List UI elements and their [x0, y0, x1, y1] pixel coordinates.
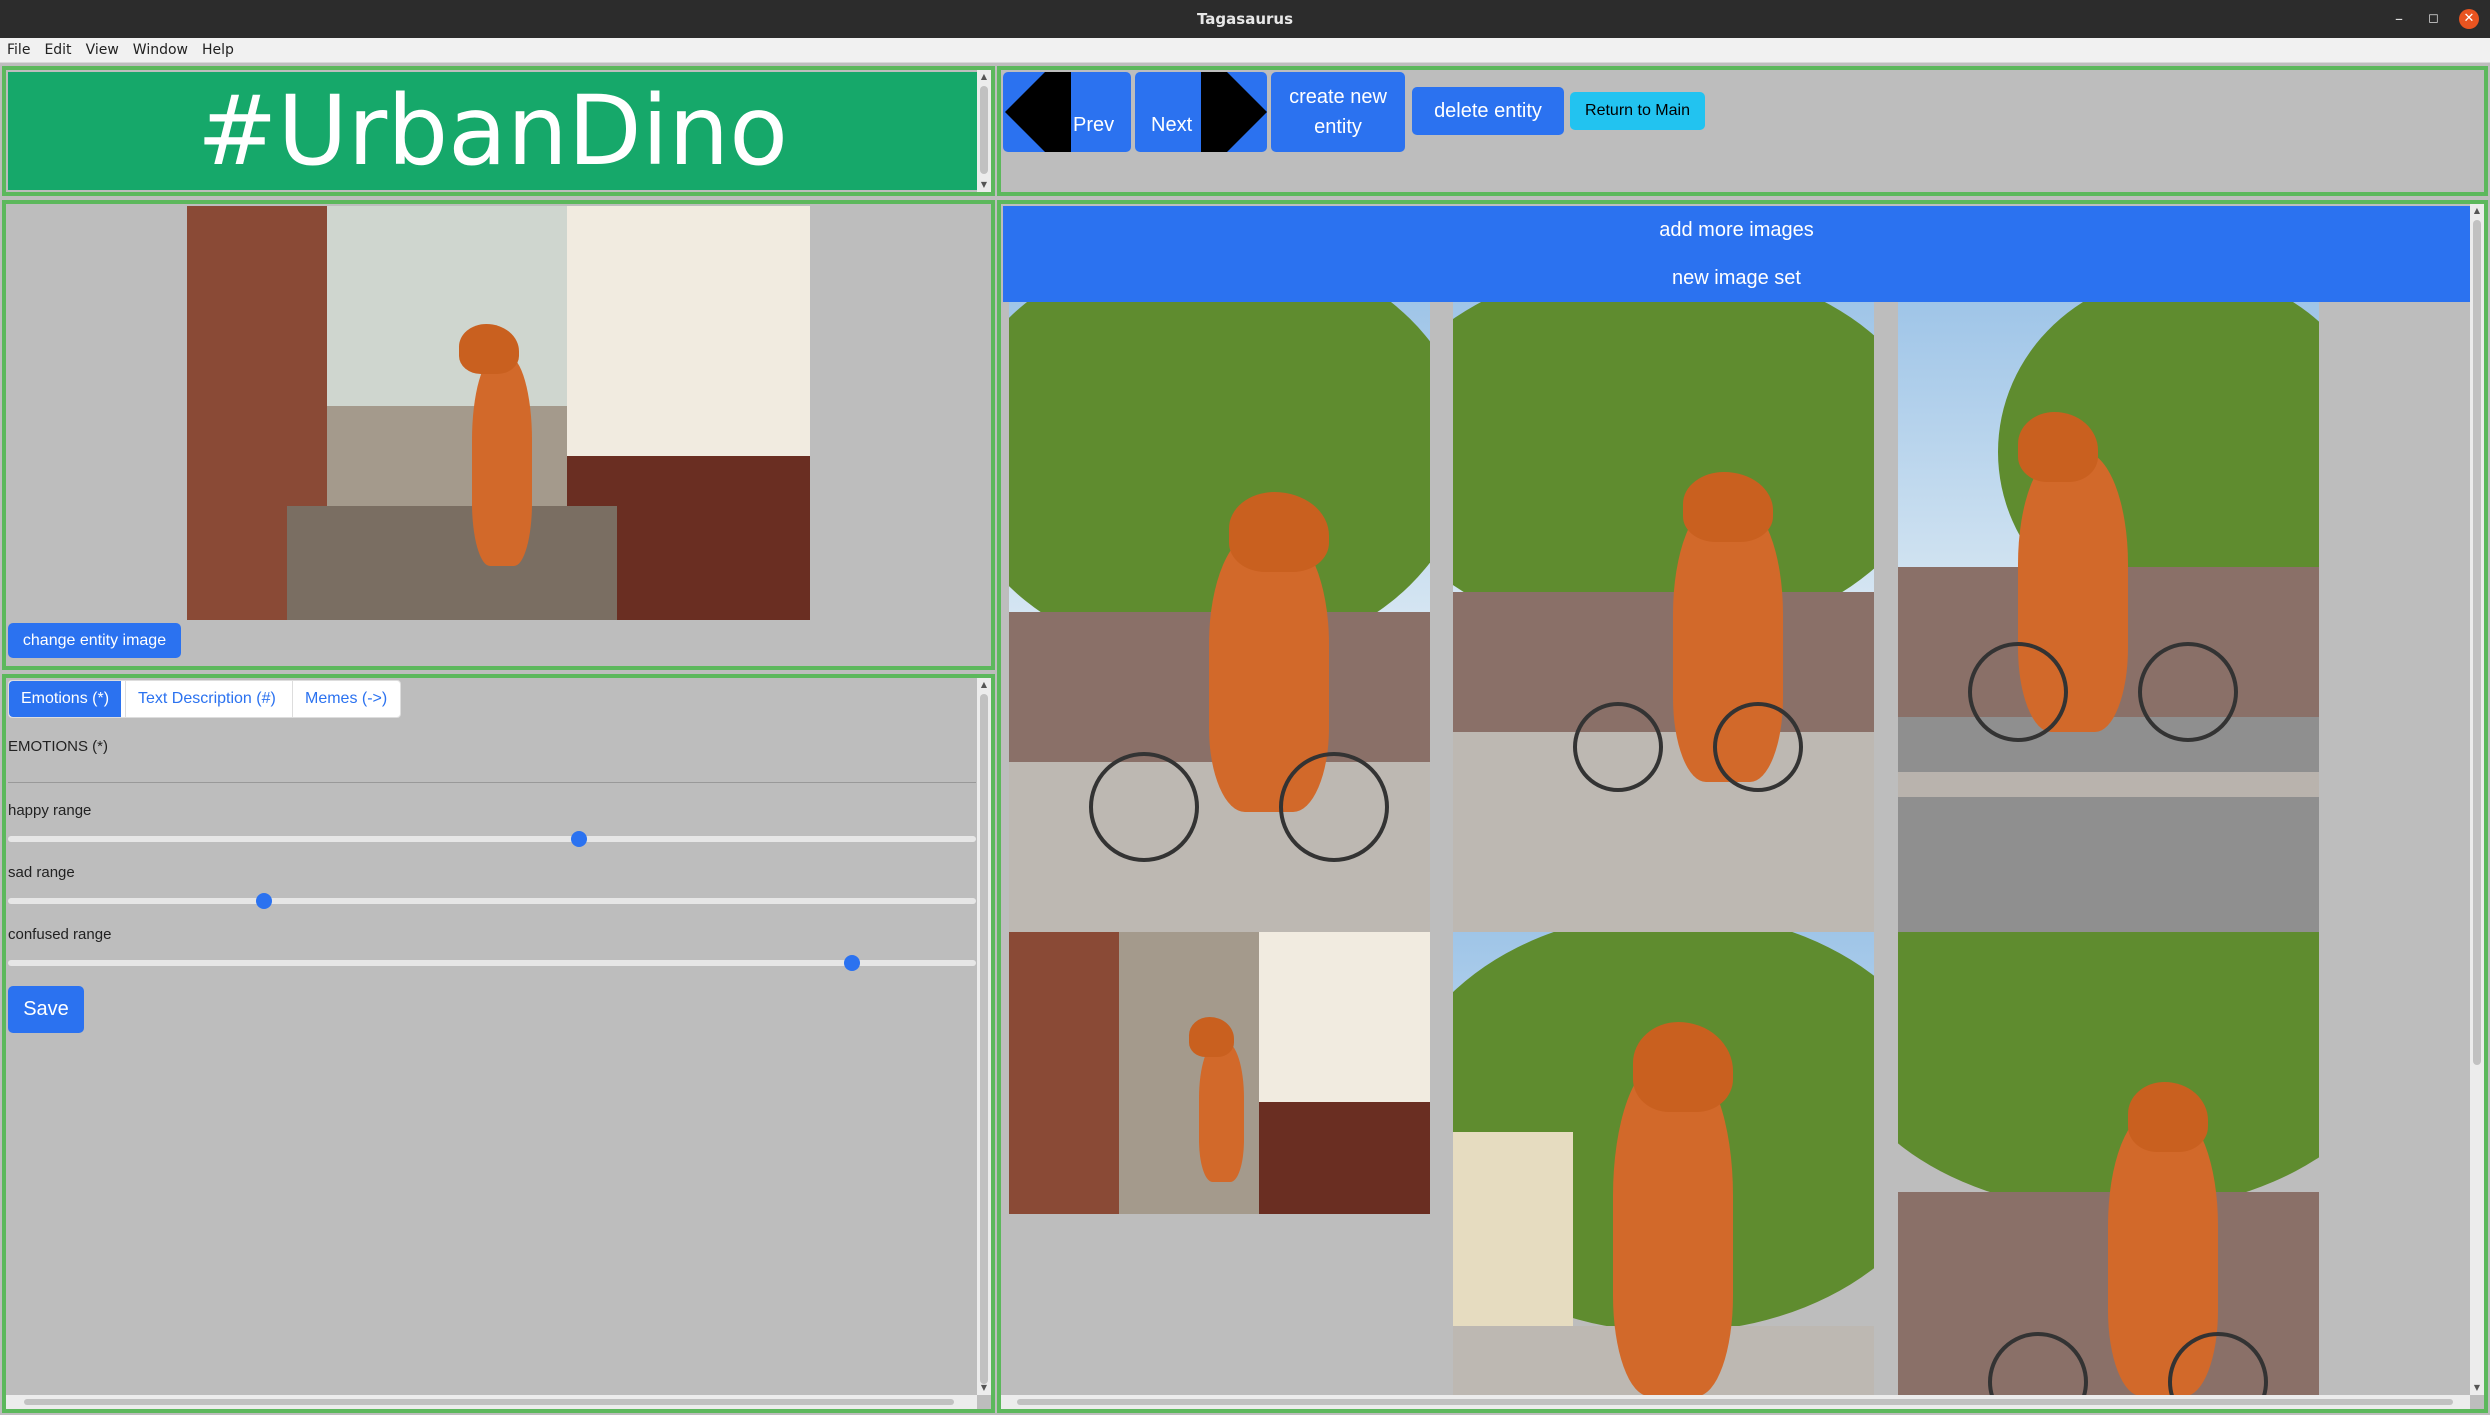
confused-range-knob[interactable] — [844, 955, 861, 971]
sad-range-knob[interactable] — [255, 893, 272, 909]
gallery-image[interactable] — [1009, 302, 1430, 932]
create-label-line2: entity — [1314, 116, 1362, 138]
return-label: Return to Main — [1585, 102, 1690, 119]
entity-name-banner: #UrbanDino — [8, 72, 977, 190]
tab-memes-label: Memes (->) — [305, 690, 388, 707]
next-label: Next — [1151, 114, 1193, 136]
menu-bar: File Edit View Window Help — [0, 38, 2490, 63]
emotions-heading: EMOTIONS (*) — [8, 738, 108, 755]
tab-emotions-label: Emotions (*) — [21, 690, 110, 707]
chevron-left-icon — [1005, 72, 1071, 152]
new-image-set-label: new image set — [1672, 267, 1801, 289]
tab-text-description[interactable]: Text Description (#) — [125, 681, 288, 717]
annotation-scrollbar[interactable]: ▲ ▼ — [977, 678, 991, 1395]
menu-view[interactable]: View — [79, 38, 126, 63]
navigation-panel: Prev Next create new entity delete entit… — [997, 66, 2488, 196]
entity-name: #UrbanDino — [197, 75, 788, 187]
create-entity-button[interactable]: create new entity — [1271, 72, 1405, 152]
menu-file[interactable]: File — [0, 38, 37, 63]
change-entity-image-button[interactable]: change entity image — [8, 623, 181, 658]
menu-help[interactable]: Help — [195, 38, 241, 63]
add-more-images-label: add more images — [1659, 219, 1814, 241]
confused-range-slider[interactable] — [8, 955, 976, 971]
name-scrollbar[interactable]: ▲ ▼ — [977, 70, 991, 192]
gallery-image[interactable] — [1898, 932, 2319, 1396]
gallery-panel: add more images new image set ▲ ▼ — [997, 200, 2488, 1413]
window-title: Tagasaurus — [1196, 10, 1293, 28]
prev-button[interactable]: Prev — [1003, 72, 1131, 152]
create-label-line1: create new — [1289, 86, 1387, 108]
add-more-images-button[interactable]: add more images — [1003, 206, 2470, 254]
next-button[interactable]: Next — [1135, 72, 1267, 152]
gallery-image[interactable] — [1898, 302, 2319, 932]
annotation-panel: Emotions (*) Text Description (#) Memes … — [2, 674, 995, 1413]
entity-image — [187, 206, 810, 620]
new-image-set-button[interactable]: new image set — [1003, 254, 2470, 302]
minimize-icon[interactable]: – — [2395, 0, 2403, 38]
prev-label: Prev — [1073, 114, 1115, 136]
menu-window[interactable]: Window — [126, 38, 195, 63]
delete-entity-button[interactable]: delete entity — [1412, 87, 1564, 135]
annotation-tabs: Emotions (*) Text Description (#) Memes … — [8, 680, 401, 718]
happy-range-label: happy range — [8, 802, 92, 819]
gallery-image[interactable] — [1453, 302, 1874, 932]
sad-range-label: sad range — [8, 864, 75, 881]
happy-range-knob[interactable] — [571, 831, 588, 847]
heading-divider — [8, 782, 976, 783]
return-to-main-button[interactable]: Return to Main — [1570, 92, 1705, 130]
confused-range-label: confused range — [8, 926, 112, 943]
annotation-hscrollbar[interactable] — [6, 1395, 977, 1409]
gallery-hscrollbar[interactable] — [1001, 1395, 2470, 1409]
chevron-right-icon — [1201, 72, 1267, 152]
entity-image-panel: change entity image — [2, 200, 995, 670]
save-button[interactable]: Save — [8, 986, 84, 1033]
entity-name-panel: #UrbanDino ▲ ▼ — [2, 66, 995, 196]
tab-memes[interactable]: Memes (->) — [292, 681, 399, 717]
sad-range-slider[interactable] — [8, 893, 976, 909]
window-titlebar: Tagasaurus — [0, 0, 2490, 38]
delete-label: delete entity — [1434, 100, 1542, 122]
gallery-image[interactable] — [1453, 932, 1874, 1396]
change-entity-image-label: change entity image — [22, 632, 167, 649]
tab-text-description-label: Text Description (#) — [138, 690, 276, 707]
tab-emotions[interactable]: Emotions (*) — [9, 681, 122, 717]
gallery-image[interactable] — [1009, 932, 1430, 1214]
maximize-icon[interactable]: ◻ — [2428, 0, 2439, 38]
close-icon[interactable]: ✕ — [2459, 9, 2479, 29]
menu-edit[interactable]: Edit — [37, 38, 78, 63]
happy-range-slider[interactable] — [8, 831, 976, 847]
save-label: Save — [23, 998, 69, 1020]
gallery-scrollbar[interactable]: ▲ ▼ — [2470, 204, 2484, 1395]
